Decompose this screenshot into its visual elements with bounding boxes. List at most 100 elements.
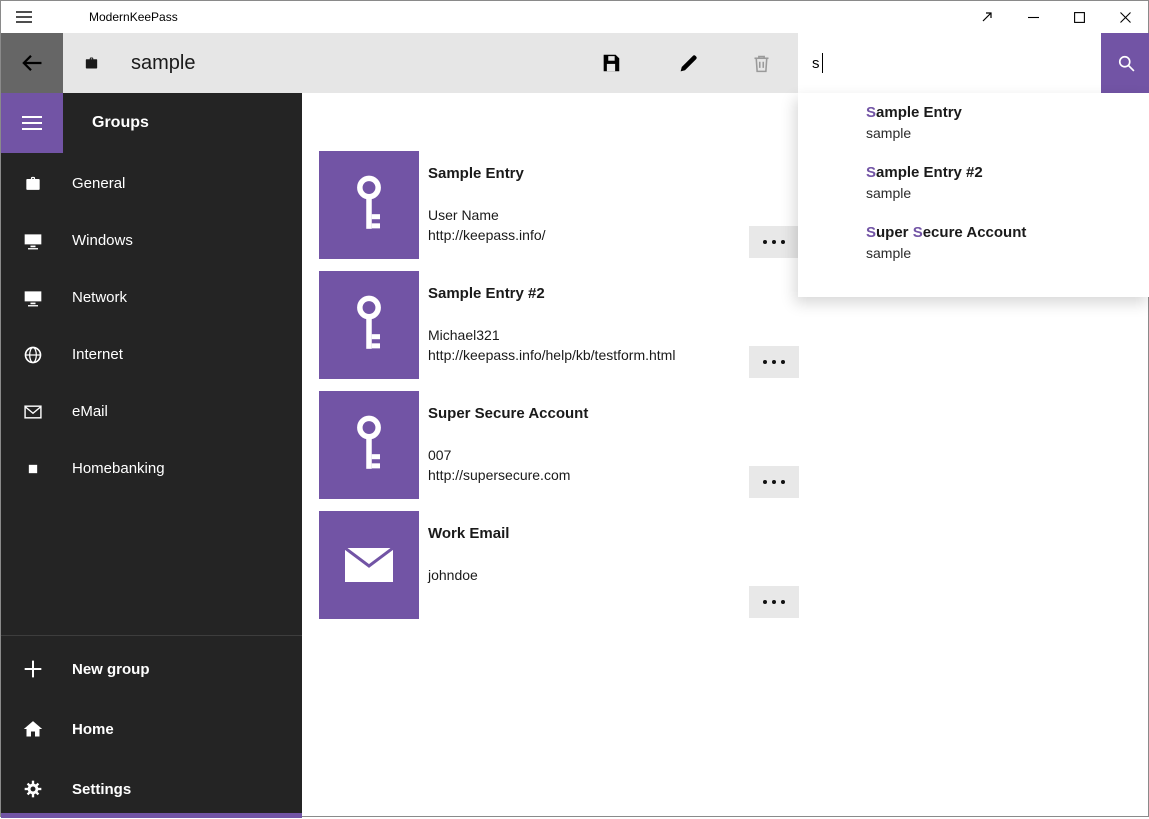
suggestion-subtitle: sample: [866, 123, 1140, 143]
suggestion-sample-entry-2[interactable]: Sample Entry #2 sample: [798, 163, 1149, 223]
hamburger-icon: [22, 115, 42, 131]
suggestion-title: Super Secure Account: [866, 223, 1140, 243]
entry-title: Work Email: [428, 525, 509, 542]
groups-heading: Groups: [92, 93, 149, 153]
square-icon: [23, 459, 43, 479]
sidebar-item-general[interactable]: General: [1, 155, 302, 212]
sidebar-item-internet[interactable]: Internet: [1, 326, 302, 383]
back-button[interactable]: [1, 33, 63, 93]
sidebar-item-label: Settings: [72, 781, 131, 798]
entry-url: http://keepass.info/help/kb/testform.htm…: [428, 347, 675, 363]
app-title: ModernKeePass: [89, 10, 178, 24]
sidebar-item-label: General: [72, 175, 125, 192]
entry-title: Super Secure Account: [428, 405, 588, 422]
hamburger-icon: [16, 10, 32, 24]
home-icon: [23, 719, 43, 739]
globe-icon: [23, 345, 43, 365]
briefcase-icon: [23, 174, 43, 194]
entry-tile[interactable]: [319, 391, 419, 499]
entry-tile[interactable]: [319, 511, 419, 619]
minimize-icon: [1028, 12, 1039, 23]
monitor-icon: [23, 231, 43, 251]
entry-more-button[interactable]: [749, 586, 799, 618]
search-input[interactable]: s: [798, 33, 1101, 93]
sidebar-item-label: Network: [72, 289, 127, 306]
search-icon: [1116, 53, 1136, 73]
maximize-icon: [1074, 12, 1085, 23]
sidebar-divider: [1, 635, 302, 636]
suggestion-subtitle: sample: [866, 243, 1140, 263]
suggestion-title: Sample Entry: [866, 103, 1140, 123]
entry-url: http://supersecure.com: [428, 467, 570, 483]
app-window: ModernKeePass: [0, 0, 1149, 817]
entry-more-button[interactable]: [749, 466, 799, 498]
entry-title: Sample Entry: [428, 165, 524, 182]
window-controls: [964, 1, 1148, 33]
back-arrow-icon: [20, 51, 44, 75]
sidebar-item-email[interactable]: eMail: [1, 383, 302, 440]
database-title: sample: [131, 33, 195, 93]
sidebar-item-new-group[interactable]: New group: [1, 639, 302, 699]
monitor-icon: [23, 288, 43, 308]
entry-username: Michael321: [428, 327, 500, 343]
sidebar-item-label: Internet: [72, 346, 123, 363]
ellipsis-icon: [763, 600, 767, 604]
entry-row-work-email[interactable]: Work Email johndoe: [319, 511, 819, 619]
plus-icon: [23, 659, 43, 679]
entry-tile[interactable]: [319, 151, 419, 259]
entry-title: Sample Entry #2: [428, 285, 545, 302]
key-icon: [347, 415, 391, 475]
minimize-button[interactable]: [1010, 1, 1056, 33]
entry-tile[interactable]: [319, 271, 419, 379]
key-icon: [347, 295, 391, 355]
sidebar-item-label: Windows: [72, 232, 133, 249]
database-briefcase-icon: [83, 55, 100, 72]
titlebar: ModernKeePass: [1, 1, 1148, 33]
maximize-button[interactable]: [1056, 1, 1102, 33]
fullscreen-button[interactable]: [964, 1, 1010, 33]
envelope-icon: [23, 402, 43, 422]
edit-button[interactable]: [654, 33, 722, 93]
pane-hamburger-button[interactable]: [1, 93, 63, 153]
search-suggestions-panel: Sample Entry sample Sample Entry #2 samp…: [798, 93, 1149, 297]
entry-row-sample-entry-2[interactable]: Sample Entry #2 Michael321 http://keepas…: [319, 271, 819, 379]
fullscreen-icon: [981, 11, 993, 23]
entry-username: 007: [428, 447, 451, 463]
gear-icon: [23, 779, 43, 799]
entry-username: johndoe: [428, 567, 478, 583]
command-bar: sample: [1, 33, 1148, 93]
entry-more-button[interactable]: [749, 226, 799, 258]
text-caret: [822, 53, 824, 73]
sidebar-item-label: eMail: [72, 403, 108, 420]
entry-username: User Name: [428, 207, 499, 223]
sidebar-item-homebanking[interactable]: Homebanking: [1, 440, 302, 497]
entry-row-super-secure-account[interactable]: Super Secure Account 007 http://supersec…: [319, 391, 819, 499]
sidebar-item-network[interactable]: Network: [1, 269, 302, 326]
close-icon: [1120, 12, 1131, 23]
search-text: s: [812, 55, 820, 72]
sidebar-item-label: New group: [72, 661, 150, 678]
ellipsis-icon: [763, 480, 767, 484]
sidebar-item-home[interactable]: Home: [1, 699, 302, 759]
close-button[interactable]: [1102, 1, 1148, 33]
sidebar: Groups General Windows Network Internet: [1, 93, 302, 818]
sidebar-item-settings[interactable]: Settings: [1, 759, 302, 819]
search-button[interactable]: [1101, 33, 1149, 93]
suggestion-title: Sample Entry #2: [866, 163, 1140, 183]
suggestion-subtitle: sample: [866, 183, 1140, 203]
entry-url: http://keepass.info/: [428, 227, 546, 243]
entry-row-sample-entry[interactable]: Sample Entry User Name http://keepass.in…: [319, 151, 819, 259]
sidebar-item-windows[interactable]: Windows: [1, 212, 302, 269]
pencil-icon: [678, 53, 699, 74]
entry-more-button[interactable]: [749, 346, 799, 378]
ellipsis-icon: [763, 240, 767, 244]
save-icon: [600, 52, 622, 74]
save-button[interactable]: [577, 33, 645, 93]
sidebar-accent-strip: [1, 813, 302, 818]
titlebar-hamburger-button[interactable]: [1, 1, 47, 33]
key-icon: [347, 175, 391, 235]
suggestion-super-secure-account[interactable]: Super Secure Account sample: [798, 223, 1149, 283]
suggestion-sample-entry[interactable]: Sample Entry sample: [798, 103, 1149, 163]
trash-icon: [751, 53, 772, 74]
delete-button[interactable]: [727, 33, 795, 93]
